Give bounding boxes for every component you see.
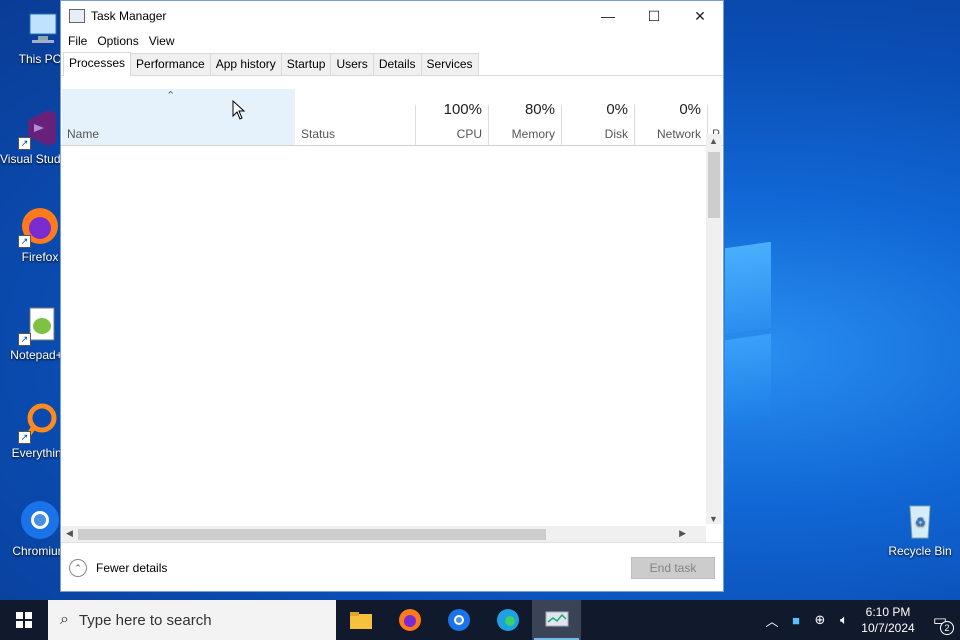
notification-center-button[interactable]: ▭ 2 [920,611,960,635]
taskbar: ⌕ Type here to search ︿ ■ ⊕ 🔈︎ 6:10 PM 1… [0,600,960,640]
volume-muted-icon[interactable]: 🔈︎ [832,612,856,628]
shortcut-arrow-icon: ↗ [18,333,31,346]
edge-icon [496,609,519,631]
desktop-icon-recycle-bin[interactable]: ♻ Recycle Bin [880,498,960,558]
windows-start-icon [16,612,32,628]
scroll-down-arrow-icon[interactable]: ▼ [709,514,718,524]
shortcut-arrow-icon: ↗ [18,431,31,444]
shortcut-arrow-icon: ↗ [18,137,31,150]
taskbar-task-manager[interactable] [532,600,581,640]
taskbar-edge[interactable] [483,600,532,640]
title-bar[interactable]: Task Manager — ☐ ✕ [61,1,723,31]
firefox-icon: ↗ [18,204,62,248]
sort-ascending-icon: ⌃ [166,90,176,102]
taskbar-search-box[interactable]: ⌕ Type here to search [48,600,336,640]
menu-view[interactable]: View [144,34,180,48]
close-button[interactable]: ✕ [677,1,723,31]
visual-studio-icon: ↗ [18,106,62,150]
window-title: Task Manager [91,9,167,23]
minimize-button[interactable]: — [585,1,631,31]
column-header-disk[interactable]: 0% Disk [561,89,634,145]
fewer-details-button[interactable]: ⌃ Fewer details [69,559,167,577]
computer-icon [18,6,62,50]
file-explorer-icon [349,612,372,629]
tab-details[interactable]: Details [372,53,422,75]
column-header-status[interactable]: Status [295,89,415,145]
shortcut-arrow-icon: ↗ [18,235,31,248]
task-manager-window: Task Manager — ☐ ✕ File Options View Pro… [60,0,724,592]
mouse-cursor-icon [232,100,246,120]
end-task-button[interactable]: End task [631,557,715,579]
tab-app-history[interactable]: App history [209,53,282,75]
chevron-up-icon: ⌃ [69,559,87,577]
taskbar-firefox[interactable] [385,600,434,640]
chromium-icon [18,498,62,542]
network-usage-value: 0% [679,101,701,118]
column-label: Status [301,127,336,141]
disk-usage-value: 0% [606,101,628,118]
taskbar-chromium[interactable] [434,600,483,640]
start-button[interactable] [0,600,48,640]
recycle-bin-icon: ♻ [898,498,942,542]
column-label: Name [67,127,100,141]
column-header-name[interactable]: ⌃ Name [62,89,295,145]
svg-text:♻: ♻ [915,515,926,529]
menu-file[interactable]: File [63,34,92,48]
clock-time: 6:10 PM [865,605,911,619]
column-label: Disk [604,127,628,141]
tab-bar: Processes Performance App history Startu… [61,51,723,76]
search-placeholder: Type here to search [78,611,212,629]
column-header-memory[interactable]: 80% Memory [488,89,561,145]
notification-count-badge: 2 [940,621,954,635]
column-label: Memory [511,127,555,141]
everything-search-icon: ↗ [18,400,62,444]
firefox-icon [398,609,421,631]
chevron-up-icon[interactable]: ︿ [760,611,784,630]
task-manager-icon [69,9,85,23]
tab-performance[interactable]: Performance [130,53,211,75]
windows-logo-wallpaper [725,241,771,427]
tab-processes[interactable]: Processes [63,52,132,76]
task-manager-icon [545,611,568,627]
fewer-details-label: Fewer details [96,561,168,575]
tab-services[interactable]: Services [420,53,479,75]
column-header-cpu[interactable]: 100% CPU [415,89,488,145]
network-globe-icon[interactable]: ⊕ [808,612,832,628]
column-label: Network [656,127,701,141]
column-header-network[interactable]: 0% Network [634,89,707,145]
footer-bar: ⌃ Fewer details End task [61,542,723,591]
horizontal-scroll-thumb[interactable] [78,529,546,540]
chromium-icon [447,609,470,631]
menu-options[interactable]: Options [92,34,143,48]
vertical-scrollbar[interactable]: ▲ ▼ [706,134,722,524]
tab-users[interactable]: Users [330,53,374,75]
scroll-left-arrow-icon[interactable]: ◀ [66,528,73,539]
maximize-button[interactable]: ☐ [631,1,677,31]
tab-startup[interactable]: Startup [280,53,332,75]
taskbar-file-explorer[interactable] [336,600,385,640]
system-tray: ︿ ■ ⊕ 🔈︎ 6:10 PM 10/7/2024 ▭ 2 [760,600,960,640]
clock-date: 10/7/2024 [861,621,915,635]
menu-bar: File Options View [61,31,723,51]
column-header-row: ⌃ Name Status 100% CPU 80% Memory 0% Dis… [61,89,723,146]
cpu-usage-value: 100% [443,101,482,118]
memory-usage-value: 80% [524,101,555,118]
column-label: CPU [456,127,482,141]
tray-app-icon[interactable]: ■ [784,613,808,628]
horizontal-scrollbar[interactable]: ◀ ▶ [62,526,706,542]
scroll-right-arrow-icon[interactable]: ▶ [679,528,686,539]
search-icon: ⌕ [60,611,69,628]
scroll-up-arrow-icon[interactable]: ▲ [709,136,718,146]
desktop-icon-label: Recycle Bin [888,544,952,558]
vertical-scroll-thumb[interactable] [708,152,720,218]
clock[interactable]: 6:10 PM 10/7/2024 [856,604,920,636]
notepad-plus-plus-icon: ↗ [18,302,62,346]
